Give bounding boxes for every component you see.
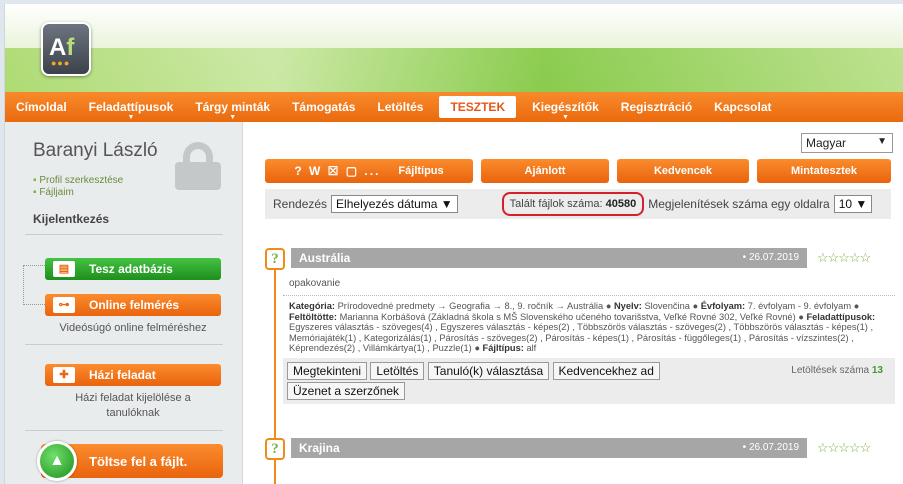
card-description: Kategória: Prírodovedné predmety → Geogr… [289, 301, 876, 354]
site-logo[interactable]: Af ●●● [41, 22, 91, 76]
sidebar: Baranyi László Profil szerkesztése Fájlj… [5, 122, 243, 484]
per-page-label: Megjelenítések száma egy oldalra [648, 197, 830, 211]
rating-stars[interactable]: ☆☆☆☆☆ [817, 440, 871, 456]
nav-item-regisztracio[interactable]: Regisztráció [610, 92, 703, 122]
main-content: Magyar ▼ ? W ☒ ▢ ... Fájltípus Ajánlott K… [243, 122, 903, 484]
filetype-button[interactable]: ? W ☒ ▢ ... Fájltípus [265, 159, 473, 183]
card-connector [274, 460, 276, 484]
card-actions: Megtekinteni Letöltés Tanuló(k) választá… [283, 357, 895, 404]
card-subtitle: opakovanie [283, 270, 895, 296]
chevron-down-icon: ▼ [877, 136, 887, 147]
logout-link[interactable]: Kijelentkezés [33, 212, 109, 226]
nav-item-tesztek[interactable]: TESZTEK [439, 96, 517, 118]
card-date: • 26.07.2019 [742, 252, 799, 263]
nav-item-kapcsolat[interactable]: Kapcsolat [703, 92, 782, 122]
profile-edit-link[interactable]: Profil szerkesztése [33, 175, 123, 187]
view-button[interactable]: Megtekinteni [287, 361, 368, 380]
banner-wave [5, 48, 903, 92]
nav-item-feladattipusok[interactable]: Feladattípusok ▼ [78, 92, 185, 122]
online-survey-button[interactable]: ⊶ Online felmérés [45, 294, 221, 316]
main-nav: Címoldal Feladattípusok ▼ Tárgy minták ▼ T… [5, 92, 903, 122]
card-subtitle [283, 460, 895, 484]
sort-label: Rendezés [273, 197, 328, 211]
card-title[interactable]: Krajina [299, 441, 340, 455]
logo-dots: ●●● [51, 58, 71, 68]
header-banner: Af ●●● [5, 4, 903, 92]
tree-connector [23, 265, 45, 305]
download-button[interactable]: Letöltés [370, 361, 425, 380]
download-count: Letöltések száma 13 [791, 364, 883, 376]
card-title[interactable]: Austrália [299, 251, 350, 265]
recommended-button[interactable]: Ajánlott [481, 159, 609, 183]
language-select[interactable]: Magyar ▼ [801, 133, 893, 153]
sort-bar: Rendezés Elhelyezés dátuma ▼ Talált fájl… [265, 189, 891, 219]
chevron-down-icon: ▼ [561, 114, 569, 121]
plus-icon: ✚ [53, 367, 75, 383]
test-card: ? Krajina • 26.07.2019 ☆☆☆☆☆ [265, 438, 895, 484]
per-page-select[interactable]: 10 ▼ [833, 195, 873, 213]
chevron-down-icon: ▼ [127, 114, 135, 121]
homework-caption: Házi feladat kijelölése a tanulóknak [75, 392, 191, 419]
nav-item-letoltes[interactable]: Letöltés [366, 92, 434, 122]
card-title-bar[interactable]: Austrália • 26.07.2019 [291, 248, 807, 268]
favorites-button[interactable]: Kedvencek [617, 159, 749, 183]
network-icon: ⊶ [53, 297, 75, 313]
user-name: Baranyi László [33, 140, 158, 161]
user-links: Profil szerkesztése Fájljaim [33, 175, 123, 199]
nav-item-cimoldal[interactable]: Címoldal [5, 92, 78, 122]
my-files-link[interactable]: Fájljaim [33, 187, 123, 199]
message-author-button[interactable]: Üzenet a szerzőnek [287, 381, 406, 400]
test-database-button[interactable]: ▤ Tesz adatbázis [45, 258, 221, 280]
card-title-bar[interactable]: Krajina • 26.07.2019 [291, 438, 807, 458]
divider [25, 234, 223, 235]
chevron-down-icon: ▼ [229, 114, 237, 121]
lock-icon [175, 142, 221, 190]
add-favorite-button[interactable]: Kedvencekhez ad [552, 361, 660, 380]
upload-file-button[interactable]: ▲ Töltse fel a fájlt. [37, 441, 223, 481]
sample-tests-button[interactable]: Mintatesztek [757, 159, 891, 183]
nav-item-tamogatas[interactable]: Támogatás [281, 92, 366, 122]
database-icon: ▤ [53, 261, 75, 277]
nav-item-targy-mintak[interactable]: Tárgy minták ▼ [184, 92, 281, 122]
divider [25, 344, 223, 345]
filter-toolbar: ? W ☒ ▢ ... Fájltípus Ajánlott Kedvencek… [265, 159, 891, 185]
online-survey-caption[interactable]: Videósúgó online felméréshez [45, 321, 221, 336]
filetype-icons: ? W ☒ ▢ ... [294, 164, 381, 178]
found-files-count: Talált fájlok száma: 40580 [501, 192, 645, 216]
select-students-button[interactable]: Tanuló(k) választása [427, 361, 550, 380]
card-connector [274, 270, 276, 456]
help-icon: ? [265, 248, 285, 270]
nav-item-kiegeszitok[interactable]: Kiegészítők ▼ [521, 92, 610, 122]
app-window: Af ●●● Címoldal Feladattípusok ▼ Tárgy mi… [4, 4, 903, 484]
test-card: ? Austrália • 26.07.2019 ☆☆☆☆☆ opakovani… [265, 248, 895, 456]
homework-button[interactable]: ✚ Házi feladat [45, 364, 221, 386]
sort-select[interactable]: Elhelyezés dátuma ▼ [331, 195, 458, 213]
help-icon: ? [265, 438, 285, 460]
card-date: • 26.07.2019 [742, 442, 799, 453]
upload-arrow-icon: ▲ [37, 441, 77, 481]
rating-stars[interactable]: ☆☆☆☆☆ [817, 250, 871, 266]
divider [25, 430, 223, 431]
